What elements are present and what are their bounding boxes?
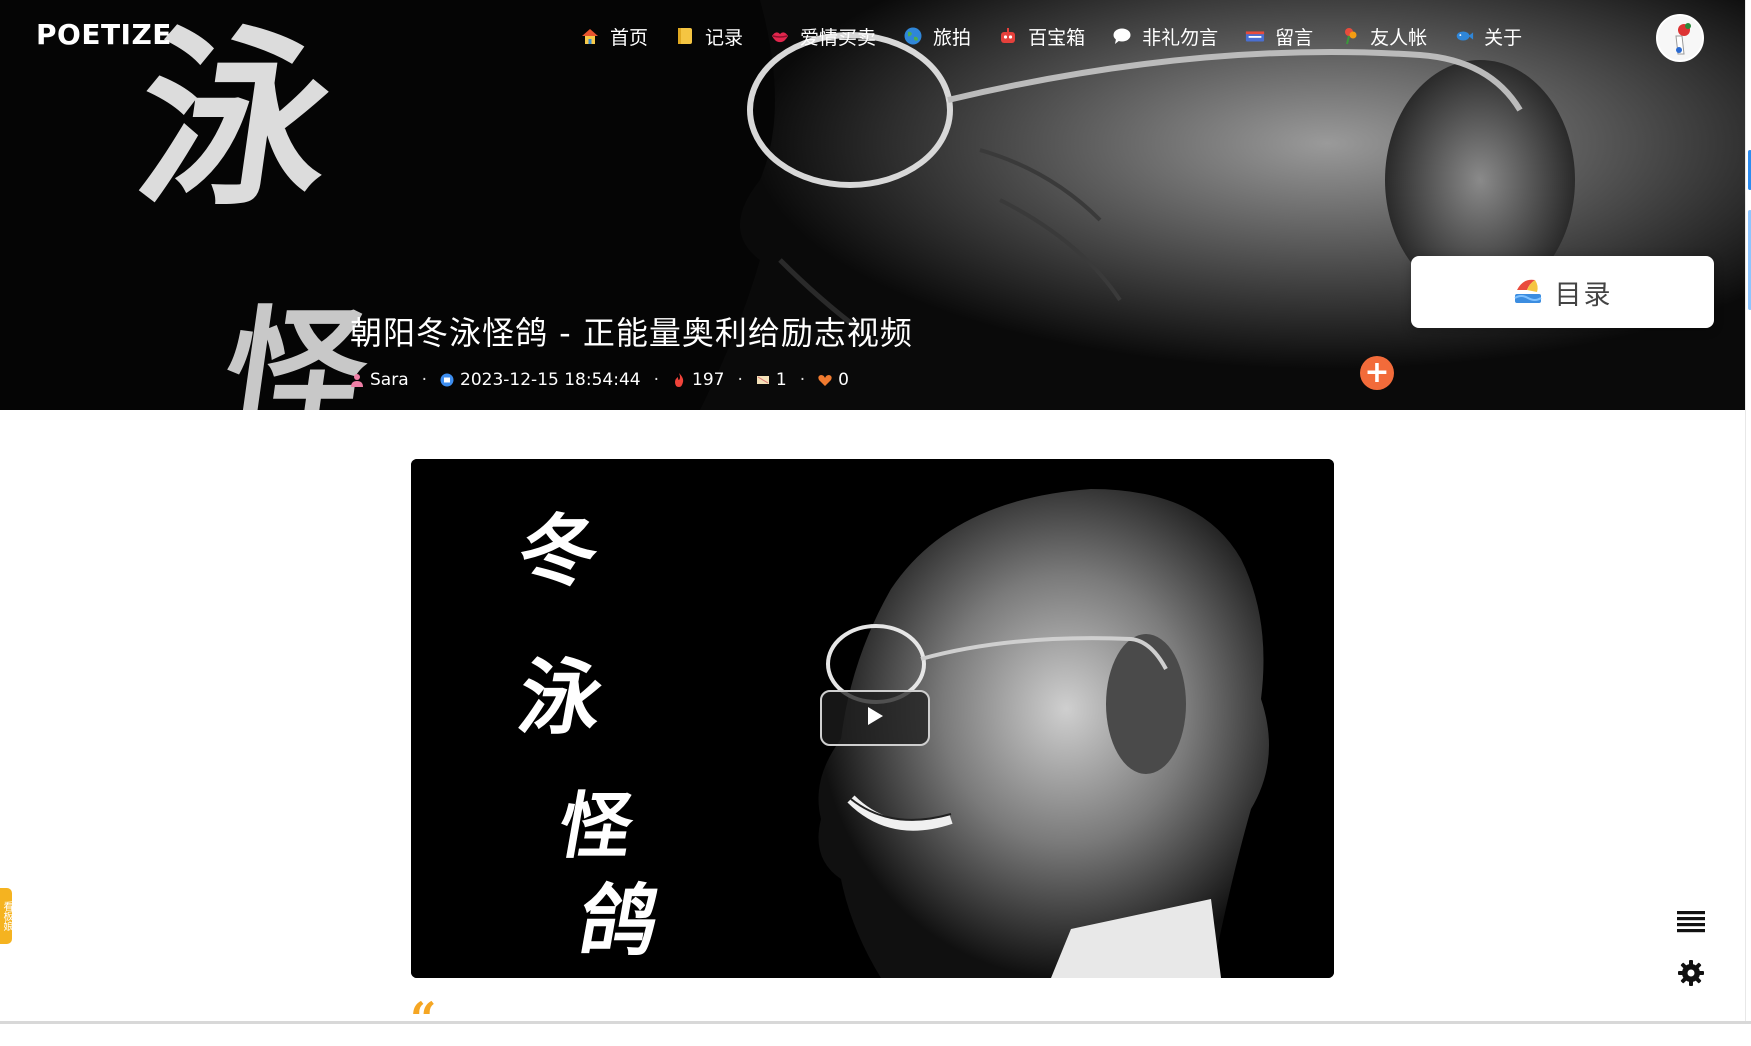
comment-card-icon bbox=[756, 373, 770, 387]
nav-item-label: 旅拍 bbox=[933, 26, 972, 49]
toc-card[interactable]: 目录 bbox=[1411, 256, 1714, 328]
user-avatar[interactable] bbox=[1656, 14, 1704, 62]
heart-icon bbox=[818, 373, 832, 387]
meta-comments: 1 bbox=[756, 370, 787, 390]
quote-mark-icon: “ bbox=[410, 992, 437, 1046]
robot-icon bbox=[998, 26, 1018, 46]
home-icon bbox=[580, 26, 600, 46]
nav-item-label: 友人帐 bbox=[1370, 26, 1428, 49]
nav-item-toolbox[interactable]: 百宝箱 bbox=[998, 23, 1085, 50]
meta-views: 197 bbox=[672, 370, 724, 390]
meta-separator: · bbox=[653, 370, 659, 390]
comment-count: 1 bbox=[775, 370, 787, 390]
video-player[interactable]: 冬 泳 怪 鸽 bbox=[411, 459, 1334, 978]
like-count: 0 bbox=[838, 370, 849, 390]
nav-item-label: 百宝箱 bbox=[1028, 26, 1086, 49]
meta-separator: · bbox=[421, 370, 428, 390]
flag-icon bbox=[1245, 26, 1265, 46]
nav-item-records[interactable]: 记录 bbox=[675, 23, 743, 50]
lips-icon bbox=[770, 26, 790, 46]
speech-bubble-icon bbox=[1112, 26, 1132, 46]
meta-date: 2023-12-15 18:54:44 bbox=[440, 370, 641, 390]
meta-likes: 0 bbox=[818, 370, 849, 390]
notebook-icon bbox=[675, 26, 695, 46]
nav-item-friends[interactable]: 友人帐 bbox=[1340, 23, 1427, 50]
nav-item-label: 非礼勿言 bbox=[1142, 26, 1219, 49]
toc-label: 目录 bbox=[1554, 279, 1613, 311]
nav-item-label: 留言 bbox=[1275, 26, 1314, 49]
nav-item-label: 关于 bbox=[1484, 26, 1523, 49]
beach-umbrella-icon bbox=[1513, 276, 1543, 308]
meta-author: Sara bbox=[350, 370, 409, 390]
meta-separator: · bbox=[737, 370, 743, 390]
site-logo[interactable]: POETIZE bbox=[36, 18, 172, 51]
nav-item-label: 首页 bbox=[610, 26, 649, 49]
nav-item-comments[interactable]: 非礼勿言 bbox=[1112, 23, 1218, 50]
play-icon bbox=[865, 705, 885, 731]
nav-item-home[interactable]: 首页 bbox=[580, 23, 648, 50]
nav-item-about[interactable]: 关于 bbox=[1454, 23, 1522, 50]
article-title: 朝阳冬泳怪鸽 - 正能量奥利给励志视频 bbox=[350, 314, 913, 352]
nav-item-travel[interactable]: 旅拍 bbox=[903, 23, 971, 50]
nav-item-message[interactable]: 留言 bbox=[1245, 23, 1313, 50]
add-button[interactable]: + bbox=[1360, 356, 1394, 390]
nav-item-label: 爱情买卖 bbox=[800, 26, 877, 49]
globe-icon bbox=[903, 26, 923, 46]
gear-icon[interactable] bbox=[1677, 959, 1705, 987]
right-scroll-strip bbox=[1745, 0, 1751, 1024]
hero-banner: 泳 怪 POETIZE 首页 记录 爱情买卖 旅拍 百宝箱 非礼勿言 留言 友人… bbox=[0, 0, 1745, 410]
toc-toggle-icon[interactable] bbox=[1676, 909, 1706, 935]
nav-item-label: 记录 bbox=[705, 26, 744, 49]
publish-datetime: 2023-12-15 18:54:44 bbox=[460, 370, 641, 390]
side-mascot-tab[interactable]: 看板娘 bbox=[0, 888, 12, 944]
nav-item-love[interactable]: 爱情买卖 bbox=[770, 23, 876, 50]
play-button[interactable] bbox=[820, 690, 930, 746]
calendar-icon bbox=[440, 373, 454, 387]
author-name[interactable]: Sara bbox=[370, 370, 409, 390]
user-icon bbox=[350, 373, 364, 387]
fish-icon bbox=[1454, 26, 1474, 46]
view-count: 197 bbox=[692, 370, 725, 390]
flower-icon bbox=[1340, 26, 1360, 46]
fire-icon bbox=[672, 373, 686, 387]
article-meta: Sara · 2023-12-15 18:54:44 · 197 · 1 · 0 bbox=[350, 368, 849, 392]
meta-separator: · bbox=[799, 370, 806, 390]
main-nav: 首页 记录 爱情买卖 旅拍 百宝箱 非礼勿言 留言 友人帐 关于 bbox=[580, 16, 1549, 56]
